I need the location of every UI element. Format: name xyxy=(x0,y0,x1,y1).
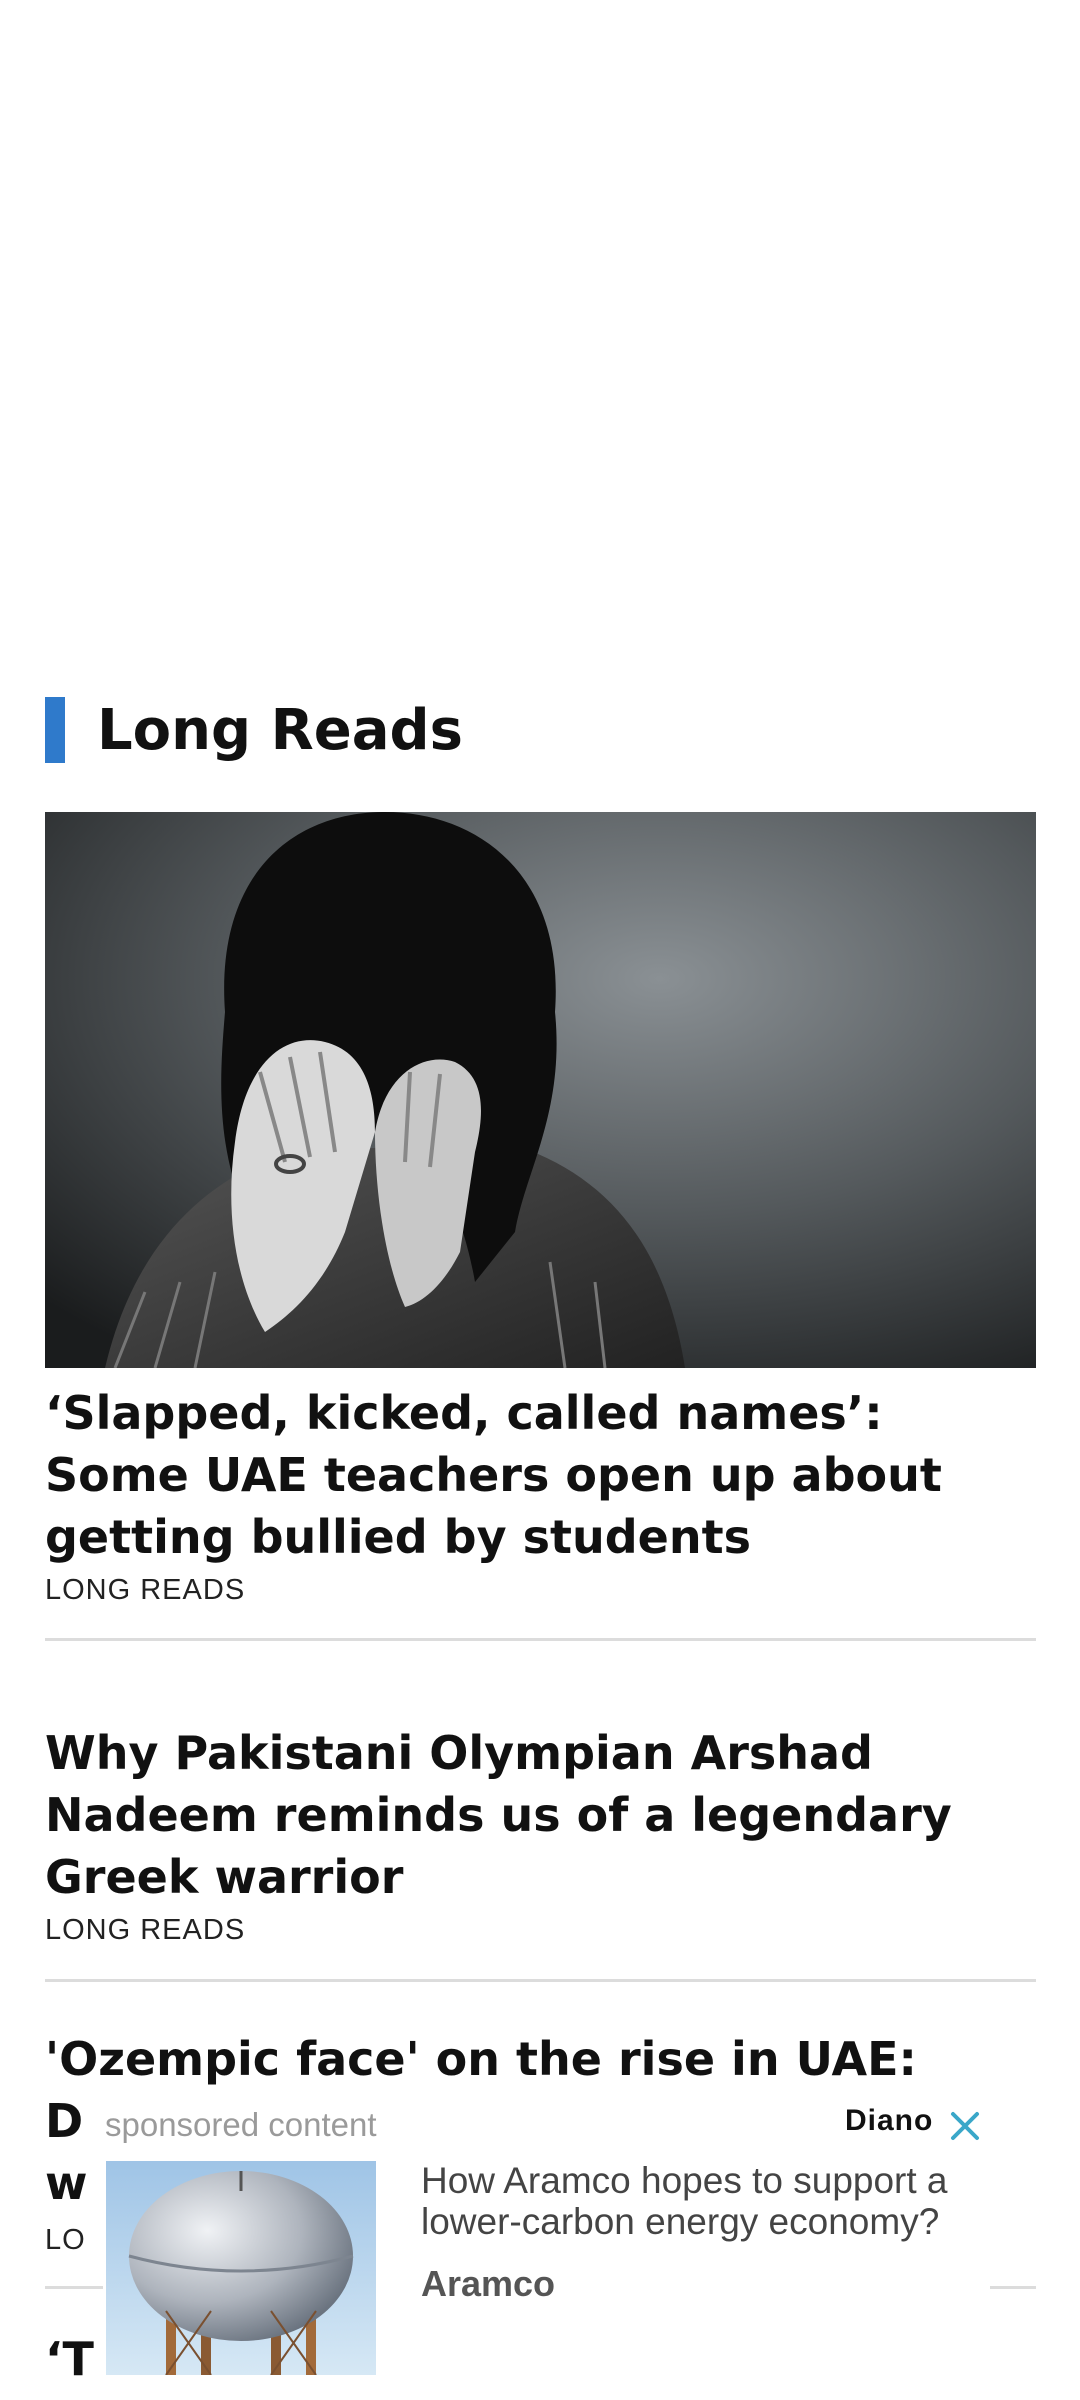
article-headline[interactable]: 'Ozempic face' on the rise in UAE: xyxy=(45,2028,1035,2090)
ad-headline[interactable]: How Aramco hopes to support a lower-carb… xyxy=(421,2160,981,2242)
divider xyxy=(45,1638,1036,1641)
article-headline[interactable]: Why Pakistani Olympian Arshad Nadeem rem… xyxy=(45,1722,1035,1908)
article-headline-fragment: D xyxy=(45,2094,84,2148)
article-image-bullied-teacher[interactable] xyxy=(45,812,1036,1368)
article-item[interactable]: Why Pakistani Olympian Arshad Nadeem rem… xyxy=(45,1722,1035,1947)
article-item[interactable]: ‘Slapped, kicked, called names’: Some UA… xyxy=(45,1382,1035,1607)
section-header: Long Reads xyxy=(45,697,463,763)
article-item[interactable]: 'Ozempic face' on the rise in UAE: D w L… xyxy=(45,2028,1035,2256)
ad-image-storage-tank[interactable] xyxy=(106,2161,376,2375)
article-category[interactable]: LONG READS xyxy=(45,1574,1035,1607)
article-headline-fragment: w xyxy=(45,2156,88,2210)
close-icon[interactable] xyxy=(945,2106,985,2146)
ad-label: sponsored content xyxy=(105,2106,377,2143)
sponsored-ad[interactable]: sponsored content Diano How Aramco hopes… xyxy=(103,2100,990,2380)
article-category-fragment: LO xyxy=(45,2224,86,2256)
ad-source[interactable]: Aramco xyxy=(421,2263,555,2305)
article-category[interactable]: LONG READS xyxy=(45,1914,1035,1947)
article-headline[interactable]: ‘Slapped, kicked, called names’: Some UA… xyxy=(45,1382,1035,1568)
section-title: Long Reads xyxy=(97,697,463,763)
ad-network-logo[interactable]: Diano xyxy=(845,2104,933,2138)
section-accent-bar xyxy=(45,697,65,763)
divider xyxy=(45,1979,1036,1982)
